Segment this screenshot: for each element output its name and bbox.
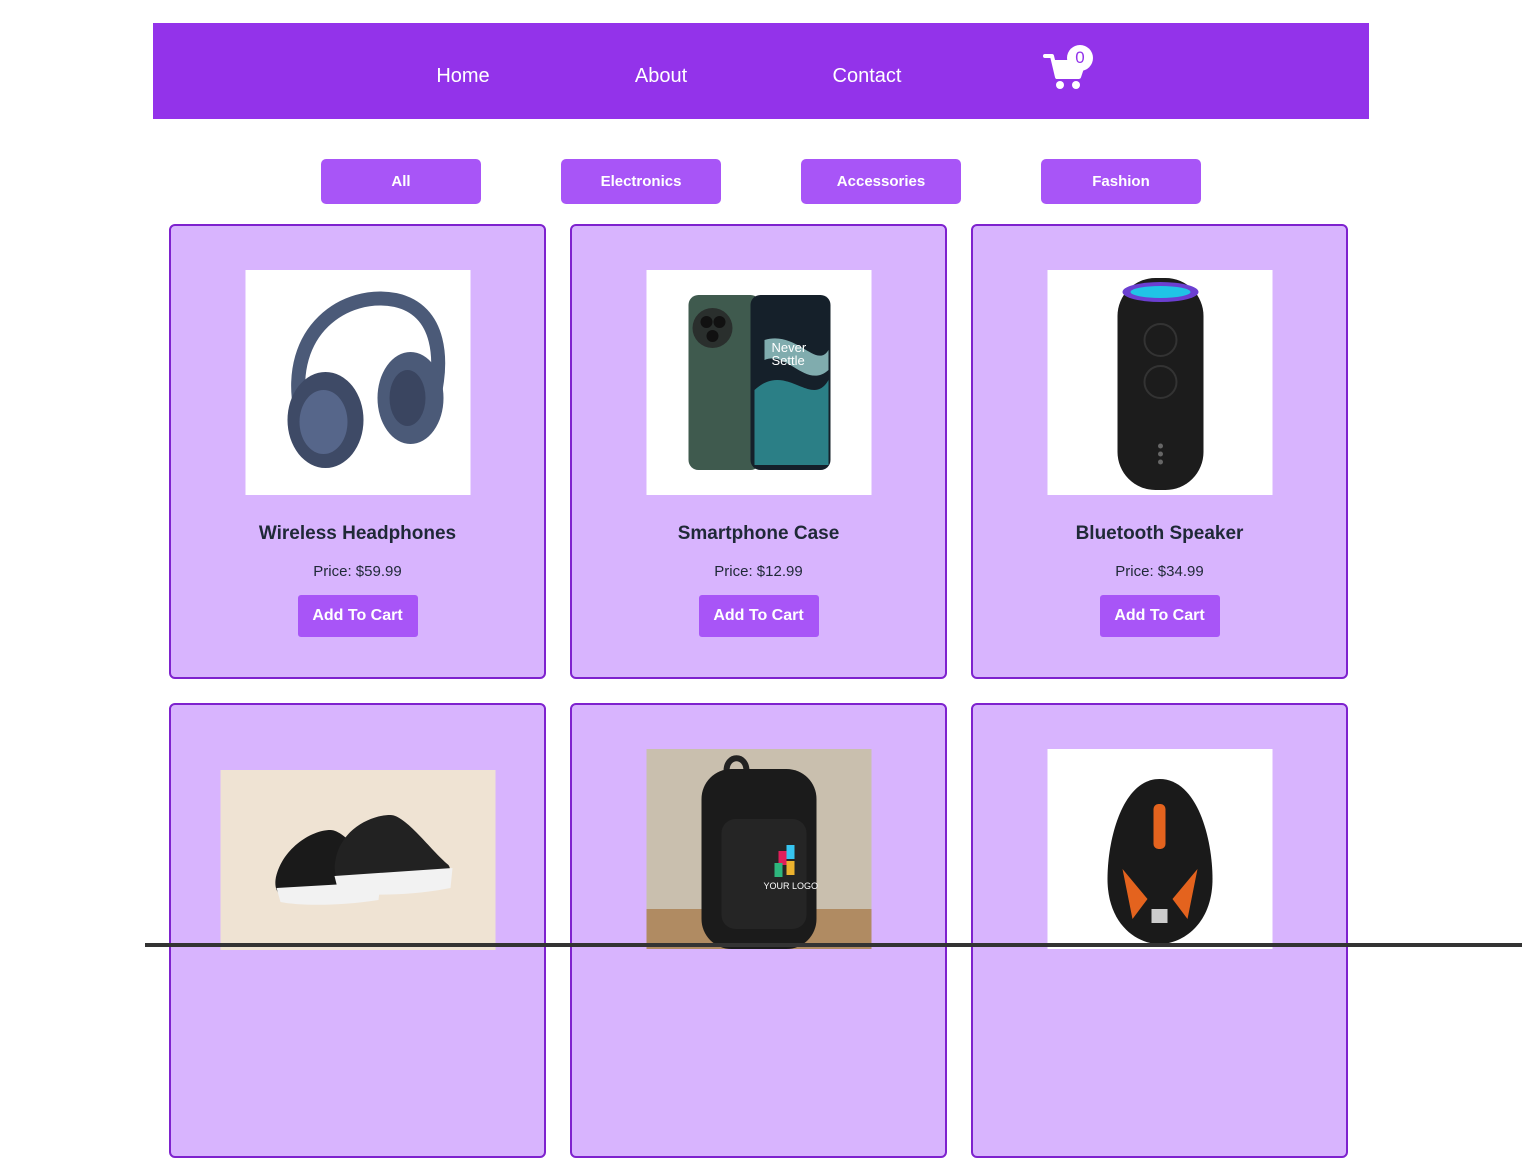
- nav-link-about[interactable]: About: [635, 64, 687, 88]
- product-card-headphones: Wireless Headphones Price: $59.99 Add To…: [169, 224, 546, 679]
- smartphone-image: Never Settle: [646, 270, 871, 495]
- phone-screen-text-2: Settle: [771, 353, 804, 368]
- gaming-mouse-image: [1047, 749, 1272, 949]
- product-name: Smartphone Case: [677, 523, 840, 544]
- filter-accessories-button[interactable]: Accessories: [801, 159, 961, 204]
- filter-electronics-button[interactable]: Electronics: [561, 159, 721, 204]
- sneakers-image: [220, 770, 495, 950]
- add-to-cart-button[interactable]: Add To Cart: [698, 595, 819, 637]
- add-to-cart-button[interactable]: Add To Cart: [297, 595, 418, 637]
- product-card-sneakers: [169, 703, 546, 1158]
- speaker-image: [1047, 270, 1272, 495]
- headphones-image: [245, 270, 470, 495]
- filter-fashion-button[interactable]: Fashion: [1041, 159, 1201, 204]
- product-card-gaming-mouse: [971, 703, 1348, 1158]
- product-price: Price: $12.99: [714, 563, 803, 580]
- product-card-backpack: YOUR LOGO: [570, 703, 947, 1158]
- cart-button[interactable]: 0: [1043, 43, 1097, 93]
- product-card-smartphone-case: Never Settle Smartphone Case Price: $12.…: [570, 224, 947, 679]
- nav-link-home[interactable]: Home: [436, 64, 489, 88]
- product-name: Wireless Headphones: [258, 523, 457, 544]
- cart-count-badge: 0: [1067, 45, 1093, 71]
- navbar: Home About Contact 0: [153, 23, 1369, 119]
- product-name: Bluetooth Speaker: [1075, 523, 1244, 544]
- backpack-logo-text: YOUR LOGO: [763, 881, 818, 891]
- product-price: Price: $34.99: [1115, 563, 1204, 580]
- backpack-image: YOUR LOGO: [646, 749, 871, 949]
- filter-all-button[interactable]: All: [321, 159, 481, 204]
- nav-link-contact[interactable]: Contact: [833, 64, 902, 88]
- horizontal-scrollbar[interactable]: [145, 943, 1522, 947]
- add-to-cart-button[interactable]: Add To Cart: [1099, 595, 1220, 637]
- product-price: Price: $59.99: [313, 563, 402, 580]
- product-card-bluetooth-speaker: Bluetooth Speaker Price: $34.99 Add To C…: [971, 224, 1348, 679]
